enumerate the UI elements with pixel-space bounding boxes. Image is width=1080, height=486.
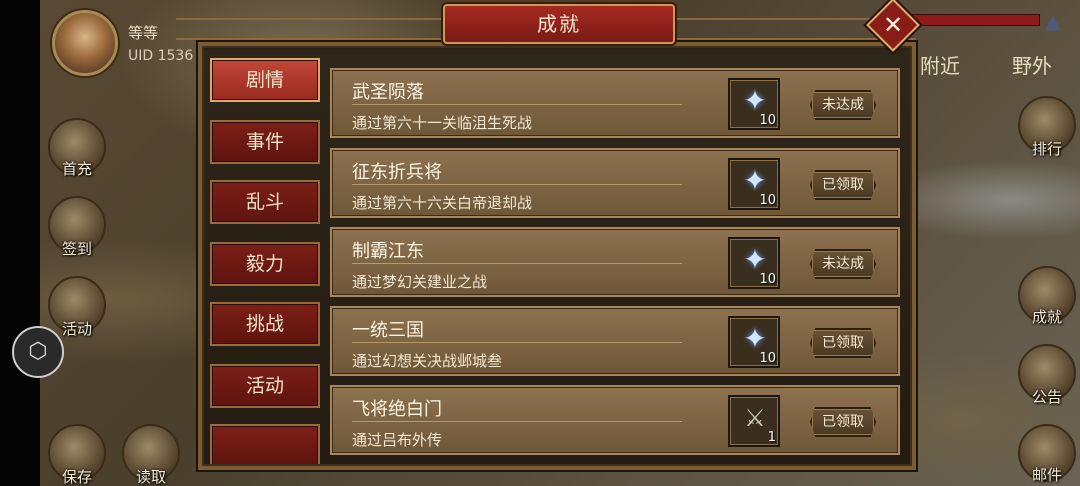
sword-icon: ⚔ <box>744 404 766 432</box>
checkin-label: 签到 <box>61 240 92 258</box>
save-label: 保存 <box>61 468 92 486</box>
load-label: 读取 <box>135 468 166 486</box>
ranking-label: 排行 <box>1031 140 1062 158</box>
tab-partial[interactable] <box>210 424 320 464</box>
tab-story[interactable]: 剧情 <box>210 58 320 102</box>
tab-field[interactable]: 野外 <box>1012 50 1052 79</box>
close-icon[interactable]: ✕ <box>874 6 912 44</box>
tab-event[interactable]: 事件 <box>210 120 320 164</box>
category-tabs: 剧情 事件 乱斗 毅力 挑战 活动 <box>210 58 320 464</box>
reward-slot[interactable]: ⚔ 1 <box>728 395 780 447</box>
achievement-desc: 通过第六十六关白帝退却战 <box>352 194 533 212</box>
achievement-title: 飞将绝白门 <box>352 399 442 420</box>
tab-brawl[interactable]: 乱斗 <box>210 180 320 224</box>
tab-endurance[interactable]: 毅力 <box>210 242 320 286</box>
screen-edge <box>0 0 40 486</box>
player-uid: UID 1536 <box>128 48 194 64</box>
wolf-icon: ▲ <box>1045 9 1061 33</box>
list-item: 征东折兵将 通过第六十六关白帝退却战 ✦ 10 已领取 <box>330 148 900 218</box>
diamond-icon: ✦ <box>743 322 767 355</box>
divider <box>352 263 682 264</box>
diamond-icon: ✦ <box>743 84 767 117</box>
mail-label: 邮件 <box>1031 466 1062 484</box>
tab-activity[interactable]: 活动 <box>210 364 320 408</box>
achievement-desc: 通过幻想关决战邺城叁 <box>352 352 503 370</box>
first-recharge-label: 首充 <box>61 160 92 178</box>
achievement-title: 制霸江东 <box>352 241 424 262</box>
reward-slot[interactable]: ✦ 10 <box>728 78 780 130</box>
achievement-desc: 通过第六十一关临沮生死战 <box>352 114 533 132</box>
dialog-title: 成就 <box>537 12 581 36</box>
achievement-list: 武圣陨落 通过第六十一关临沮生死战 ✦ 10 未达成 征东折兵将 通过第六十六关… <box>330 68 900 464</box>
reward-count: 10 <box>759 113 776 128</box>
status-button[interactable]: 未达成 <box>810 249 876 279</box>
cube-menu-icon[interactable]: ⬡ <box>12 326 64 378</box>
reward-slot[interactable]: ✦ 10 <box>728 237 780 289</box>
player-name: 等等 <box>128 24 159 42</box>
achievement-title: 一统三国 <box>352 320 424 341</box>
diamond-icon: ✦ <box>743 164 767 197</box>
divider <box>352 421 682 422</box>
reward-slot[interactable]: ✦ 10 <box>728 316 780 368</box>
tab-challenge[interactable]: 挑战 <box>210 302 320 346</box>
list-item: 一统三国 通过幻想关决战邺城叁 ✦ 10 已领取 <box>330 306 900 376</box>
achievement-desc: 通过吕布外传 <box>352 431 443 449</box>
list-item: 武圣陨落 通过第六十一关临沮生死战 ✦ 10 未达成 <box>330 68 900 138</box>
status-button[interactable]: 已领取 <box>810 170 876 200</box>
reward-count: 10 <box>759 272 776 287</box>
player-avatar[interactable] <box>52 10 118 76</box>
reward-count: 1 <box>767 430 776 445</box>
achievement-desc: 通过梦幻关建业之战 <box>352 273 488 291</box>
divider <box>352 342 682 343</box>
notice-label: 公告 <box>1031 388 1062 406</box>
status-button[interactable]: 已领取 <box>810 328 876 358</box>
reward-count: 10 <box>759 193 776 208</box>
reward-count: 10 <box>759 351 776 366</box>
achievement-title: 征东折兵将 <box>352 162 442 183</box>
list-item: 制霸江东 通过梦幻关建业之战 ✦ 10 未达成 <box>330 227 900 297</box>
status-button[interactable]: 已领取 <box>810 407 876 437</box>
tab-nearby[interactable]: 附近 <box>920 50 960 79</box>
achievement-title: 武圣陨落 <box>352 82 424 103</box>
achievement-label: 成就 <box>1031 308 1062 326</box>
reward-slot[interactable]: ✦ 10 <box>728 158 780 210</box>
divider <box>352 104 682 105</box>
diamond-icon: ✦ <box>743 243 767 276</box>
divider <box>352 184 682 185</box>
status-button[interactable]: 未达成 <box>810 90 876 120</box>
list-item: 飞将绝白门 通过吕布外传 ⚔ 1 已领取 <box>330 385 900 455</box>
